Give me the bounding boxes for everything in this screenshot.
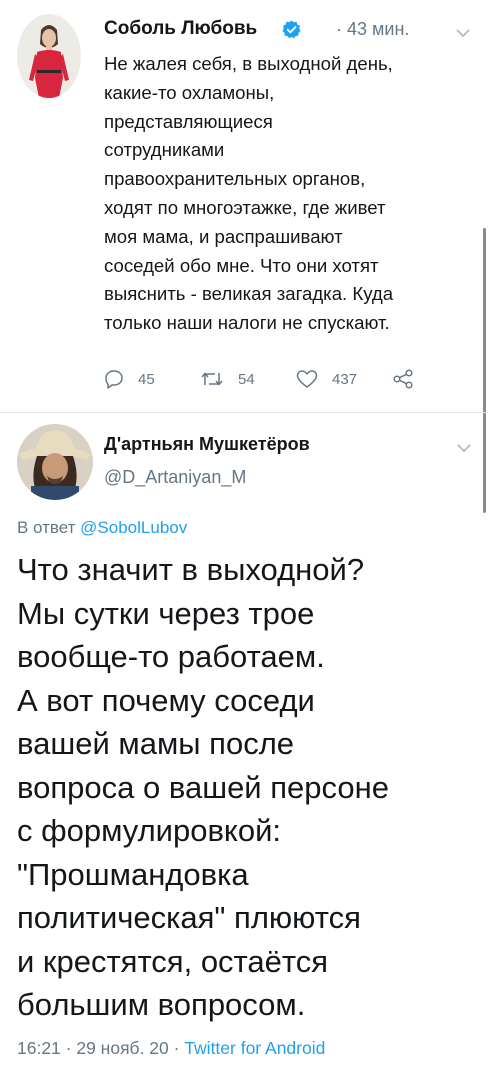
reply-text: Что значит в выходной? Мы сутки через тр… <box>17 552 389 1022</box>
reply-author-name[interactable]: Д'артньян Мушкетёров <box>104 434 310 455</box>
tweet-meta: 16:21 · 29 нояб. 20 · Twitter for Androi… <box>17 1038 325 1059</box>
chevron-down-icon[interactable] <box>456 25 470 38</box>
share-icon <box>393 369 413 389</box>
reply-mention-link[interactable]: @SobolLubov <box>80 518 187 537</box>
heart-icon <box>296 370 318 388</box>
divider <box>0 412 488 413</box>
reply-to-label: В ответ <box>17 518 81 537</box>
like-button[interactable]: 437 <box>296 366 357 392</box>
author-avatar[interactable] <box>17 14 81 98</box>
like-count: 437 <box>332 370 358 388</box>
share-button[interactable] <box>392 366 414 392</box>
tweet-header: Соболь Любовь · 43 мин. <box>104 14 474 44</box>
reply-button[interactable]: 45 <box>104 366 155 392</box>
verified-badge-icon <box>282 20 301 39</box>
tweet-text: Не жалея себя, в выходной день, какие-то… <box>104 53 394 334</box>
tweet-actions: 45 54 437 <box>104 366 434 392</box>
reply-to-line: В ответ @SobolLubov <box>17 518 187 538</box>
tweet-timestamp: 16:21 · 29 нояб. 20 · <box>17 1038 185 1058</box>
reply-author-handle[interactable]: @D_Artaniyan_M <box>104 467 246 488</box>
retweet-button[interactable]: 54 <box>200 366 255 392</box>
retweet-icon <box>201 372 223 386</box>
author-name[interactable]: Соболь Любовь <box>104 18 257 40</box>
tweet-time[interactable]: · 43 мин. <box>336 19 409 40</box>
retweet-count: 54 <box>238 370 255 388</box>
reply-author-avatar[interactable] <box>17 424 93 500</box>
reply-count: 45 <box>138 370 155 388</box>
tweet-source-link[interactable]: Twitter for Android <box>184 1038 325 1058</box>
reply-chevron-down-icon[interactable] <box>457 440 471 453</box>
original-tweet[interactable]: Соболь Любовь · 43 мин. Не жалея себя, в… <box>0 0 488 412</box>
reply-icon <box>105 370 123 389</box>
